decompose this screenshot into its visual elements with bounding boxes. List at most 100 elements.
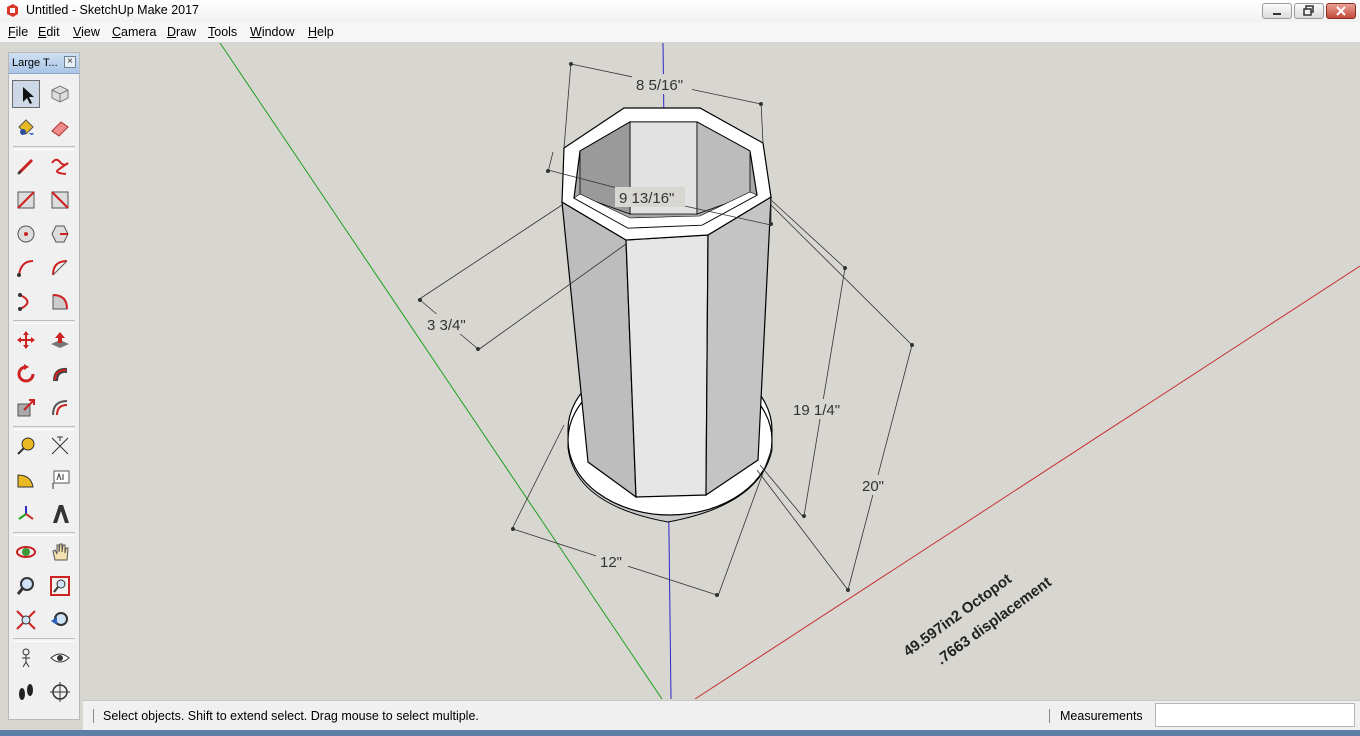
offset-icon [52, 400, 68, 416]
model-canvas[interactable]: 8 5/16" 9 13/16" 3 3/4" 19 1/4" 20" 12" … [83, 43, 1360, 699]
dimension-total-height: 20" [862, 478, 884, 495]
menu-draw[interactable]: Draw [167, 25, 196, 39]
status-divider [93, 709, 94, 723]
sketchup-logo-icon [7, 4, 18, 17]
menu-tools[interactable]: Tools [208, 25, 237, 39]
arc-icon [17, 260, 34, 277]
menu-view[interactable]: View [73, 25, 100, 39]
rectangle-tool[interactable] [12, 186, 40, 214]
polygon-icon [51, 225, 69, 243]
orbit-icon [16, 546, 36, 558]
minimize-button[interactable] [1262, 3, 1292, 19]
status-bar: Select objects. Shift to extend select. … [83, 700, 1360, 731]
dimension-base-diameter: 12" [600, 554, 622, 571]
offset-tool[interactable] [46, 394, 74, 422]
toolbar-separator [13, 426, 75, 430]
rotated-rectangle-tool[interactable] [46, 186, 74, 214]
follow-me-tool[interactable] [46, 360, 74, 388]
toolbar-header[interactable]: Large T... × [9, 53, 79, 74]
paint-bucket-tool[interactable] [12, 114, 40, 142]
previous-view-icon [51, 612, 68, 626]
freehand-icon [51, 158, 69, 175]
restore-button[interactable] [1294, 3, 1324, 19]
note-text[interactable]: 49.597in2 Octopot .7663 displacement [900, 553, 1054, 682]
freehand-tool[interactable] [46, 152, 74, 180]
three-point-arc-icon [18, 293, 29, 311]
pie-tool[interactable] [46, 288, 74, 316]
polygon-tool[interactable] [46, 220, 74, 248]
menu-edit[interactable]: Edit [38, 25, 60, 39]
zoom-icon [16, 577, 34, 595]
rotated-rectangle-icon [51, 191, 69, 209]
status-divider [1049, 709, 1050, 723]
section-plane-tool[interactable] [46, 678, 74, 706]
close-icon [1336, 6, 1346, 16]
red-axis [694, 265, 1360, 699]
pan-tool[interactable] [46, 538, 74, 566]
status-message: Select objects. Shift to extend select. … [103, 709, 479, 723]
select-tool[interactable] [12, 80, 40, 108]
arc-tool[interactable] [12, 254, 40, 282]
move-tool[interactable] [12, 326, 40, 354]
position-camera-tool[interactable] [12, 644, 40, 672]
rectangle-icon [17, 191, 35, 209]
line-tool[interactable] [12, 152, 40, 180]
walk-tool[interactable] [12, 678, 40, 706]
dimension-tool[interactable] [46, 432, 74, 460]
rotate-icon [17, 364, 35, 383]
zoom-tool[interactable] [12, 572, 40, 600]
pie-icon [52, 294, 68, 310]
push-pull-tool[interactable] [46, 326, 74, 354]
taskbar [0, 730, 1360, 736]
three-point-arc-tool[interactable] [12, 288, 40, 316]
push-pull-icon [51, 332, 69, 348]
octagon-pot[interactable] [561, 107, 772, 499]
toolbar-title: Large T... [12, 57, 58, 69]
measurements-label: Measurements [1060, 709, 1143, 723]
circle-tool[interactable] [12, 220, 40, 248]
move-icon [17, 331, 35, 349]
title-bar: Untitled - SketchUp Make 2017 [0, 0, 1360, 23]
zoom-extents-icon [16, 610, 36, 630]
orbit-tool[interactable] [12, 538, 40, 566]
eraser-tool[interactable] [46, 114, 74, 142]
measurements-input[interactable] [1155, 703, 1355, 727]
look-around-tool[interactable] [46, 644, 74, 672]
tape-measure-tool[interactable] [12, 432, 40, 460]
previous-view-tool[interactable] [46, 606, 74, 634]
large-tool-set-toolbar: Large T... × [8, 52, 80, 720]
make-component-icon [51, 85, 69, 103]
look-around-icon [50, 653, 70, 663]
tape-measure-icon [17, 437, 35, 455]
toolbar-close-icon[interactable]: × [64, 56, 76, 68]
text-tool[interactable] [46, 466, 74, 494]
walk-icon [19, 684, 33, 700]
menu-window[interactable]: Window [250, 25, 294, 39]
make-component-tool[interactable] [46, 80, 74, 108]
toolbar-separator [13, 146, 75, 150]
menu-camera[interactable]: Camera [112, 25, 156, 39]
menu-file[interactable]: File [8, 25, 28, 39]
select-icon [23, 87, 34, 104]
axes-icon [18, 506, 34, 520]
rotate-tool[interactable] [12, 360, 40, 388]
window-title: Untitled - SketchUp Make 2017 [26, 3, 200, 17]
3d-text-icon [53, 505, 69, 523]
zoom-window-tool[interactable] [46, 572, 74, 600]
section-plane-icon [50, 682, 70, 702]
position-camera-icon [22, 648, 30, 668]
scale-icon [17, 399, 35, 417]
toolbar-separator [13, 320, 75, 324]
line-icon [17, 158, 34, 175]
eraser-icon [51, 121, 69, 137]
close-button[interactable] [1326, 3, 1356, 19]
protractor-tool[interactable] [12, 466, 40, 494]
drawing-viewport[interactable]: 8 5/16" 9 13/16" 3 3/4" 19 1/4" 20" 12" … [83, 43, 1360, 699]
two-point-arc-tool[interactable] [46, 254, 74, 282]
axes-tool[interactable] [12, 500, 40, 528]
menu-help[interactable]: Help [308, 25, 334, 39]
dimension-top-width: 8 5/16" [636, 77, 683, 94]
zoom-extents-tool[interactable] [12, 606, 40, 634]
3d-text-tool[interactable] [46, 500, 74, 528]
scale-tool[interactable] [12, 394, 40, 422]
